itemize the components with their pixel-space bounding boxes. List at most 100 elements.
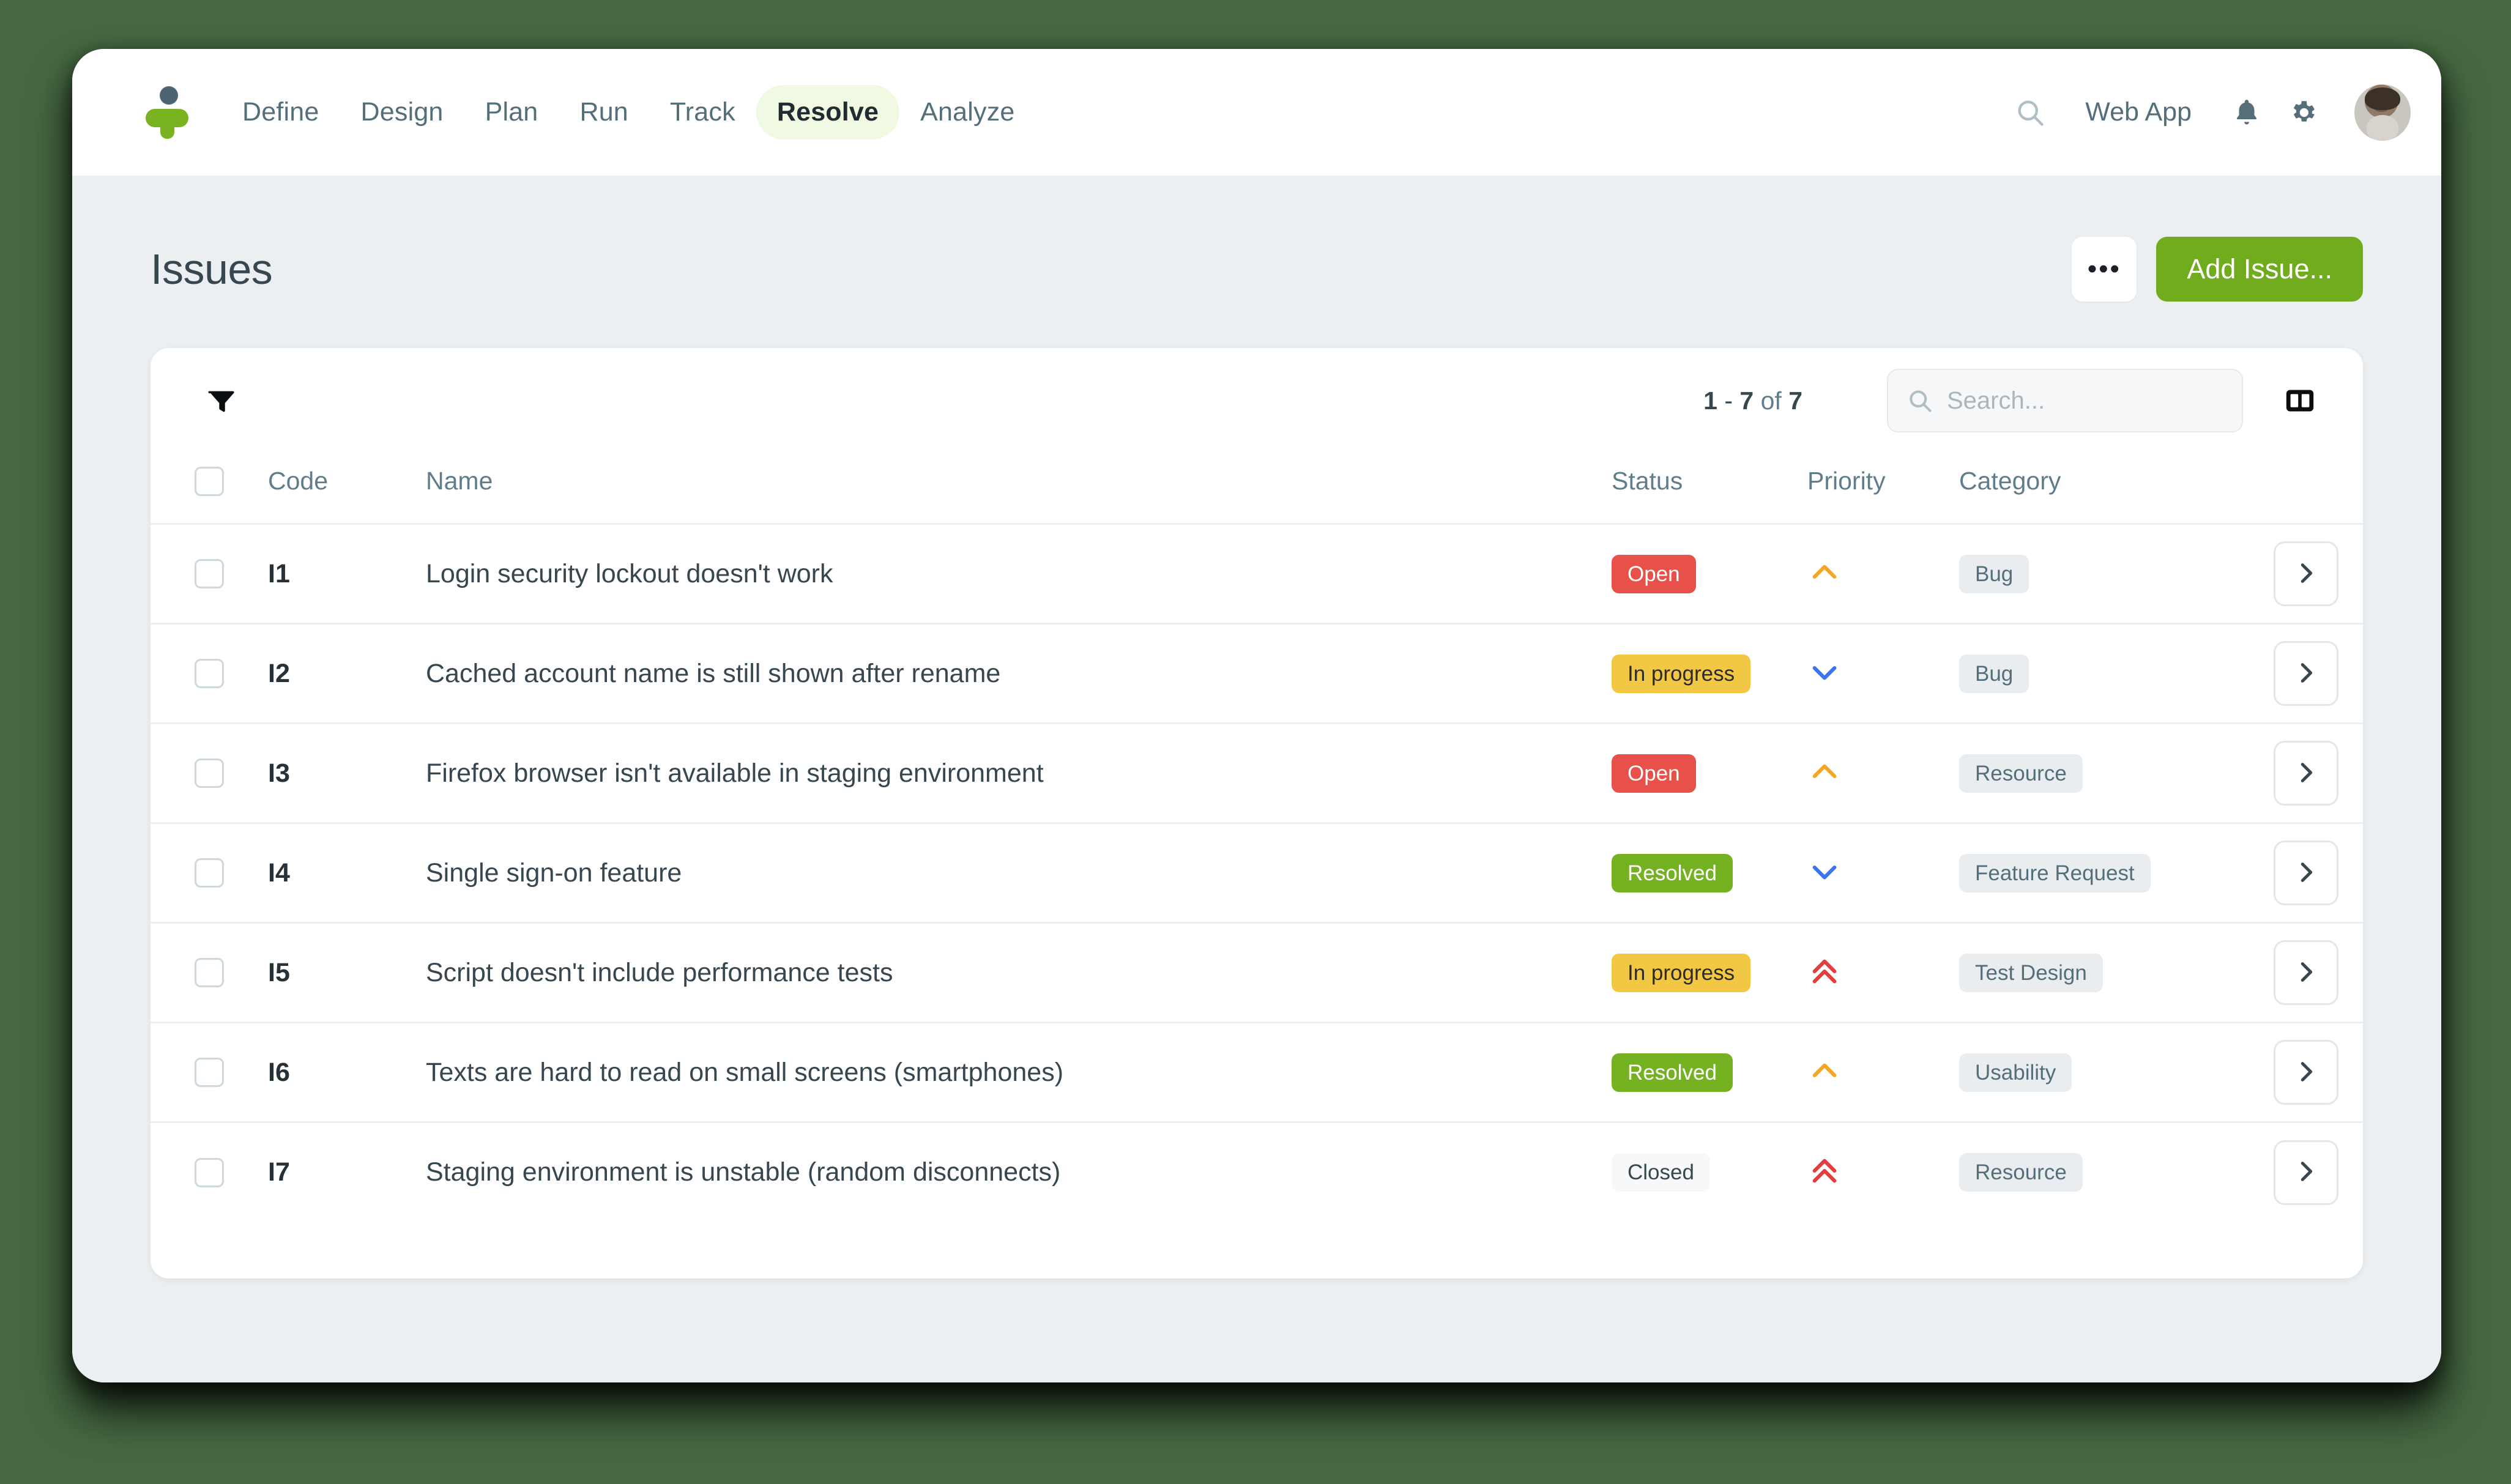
row-category-cell: Resource [1959,1122,2204,1222]
search-icon [1906,387,1933,414]
table-row[interactable]: I6 Texts are hard to read on small screen… [151,1022,2363,1124]
open-issue-button[interactable] [2274,1040,2338,1105]
row-name: Login security lockout doesn't work [426,558,833,588]
double-chevron-up-icon [1807,1154,1842,1188]
issues-table: Code Name Status Priority Category I1 Log… [151,453,2363,1222]
column-header-status[interactable]: Status [1612,453,1807,525]
chevron-up-icon [1807,755,1842,789]
column-header-name[interactable]: Name [426,453,1612,525]
category-tag: Resource [1959,1153,2083,1192]
search-input[interactable] [1947,387,2223,415]
row-category-cell: Bug [1959,524,2204,625]
pagination-range-end: 7 [1739,386,1754,415]
gear-icon[interactable] [2275,84,2331,141]
add-issue-button[interactable]: Add Issue... [2156,237,2363,302]
open-issue-button[interactable] [2274,1140,2338,1205]
row-priority-cell [1807,723,1959,825]
nav-item-run[interactable]: Run [559,85,649,139]
row-category-cell: Feature Request [1959,823,2204,924]
row-code: I6 [268,1057,290,1087]
category-tag: Test Design [1959,953,2103,992]
nav-item-plan[interactable]: Plan [464,85,559,139]
select-all-checkbox[interactable] [195,467,224,497]
table-header: Code Name Status Priority Category [151,453,2363,525]
row-select-cell [151,1122,268,1222]
row-status-cell: Open [1612,524,1807,625]
ellipsis-icon: ••• [2087,254,2121,284]
open-issue-button[interactable] [2274,741,2338,806]
column-header-code[interactable]: Code [268,453,426,525]
pagination-total: 7 [1788,386,1802,415]
row-checkbox[interactable] [195,1157,224,1187]
search-icon[interactable] [2002,84,2058,141]
row-name-cell: Script doesn't include performance tests [426,922,1612,1024]
open-issue-button[interactable] [2274,940,2338,1006]
chevron-right-icon [2292,858,2320,888]
bell-icon[interactable] [2219,84,2275,141]
row-checkbox[interactable] [195,858,224,888]
row-checkbox[interactable] [195,958,224,988]
open-issue-button[interactable] [2274,840,2338,906]
row-code-cell: I2 [268,623,426,725]
open-issue-button[interactable] [2274,641,2338,707]
project-label[interactable]: Web App [2058,97,2219,127]
toolbar-right-group: 1 - 7 of 7 [1703,369,2323,432]
table-row[interactable]: I4 Single sign-on feature Resolved Feature … [151,823,2363,924]
row-priority-cell [1807,1122,1959,1222]
filter-icon[interactable] [195,374,247,427]
row-status-cell: Closed [1612,1122,1807,1222]
page-actions: ••• Add Issue... [2072,237,2363,302]
nav-item-resolve[interactable]: Resolve [756,85,900,139]
row-priority-cell [1807,623,1959,725]
status-badge: In progress [1612,953,1751,992]
row-select-cell [151,823,268,924]
more-options-button[interactable]: ••• [2072,237,2137,302]
columns-icon[interactable] [2277,378,2323,423]
category-tag: Feature Request [1959,853,2151,892]
nav-item-design[interactable]: Design [340,85,464,139]
pagination-range-start: 1 [1703,386,1717,415]
row-action-cell [2204,1022,2363,1124]
nav-item-track[interactable]: Track [649,85,756,139]
app-logo-icon[interactable] [144,86,190,139]
row-category-cell: Bug [1959,623,2204,725]
row-checkbox[interactable] [195,1058,224,1088]
open-issue-button[interactable] [2274,541,2338,607]
table-row[interactable]: I1 Login security lockout doesn't work Ope… [151,524,2363,625]
category-tag: Usability [1959,1053,2072,1092]
row-status-cell: Resolved [1612,823,1807,924]
user-avatar[interactable] [2354,84,2411,141]
row-checkbox[interactable] [195,559,224,589]
row-action-cell [2204,524,2363,625]
table-row[interactable]: I5 Script doesn't include performance tes… [151,922,2363,1024]
row-priority-cell [1807,1022,1959,1124]
column-header-priority[interactable]: Priority [1807,453,1959,525]
row-status-cell: Open [1612,723,1807,825]
row-checkbox[interactable] [195,759,224,788]
chevron-up-icon [1807,555,1842,590]
row-category-cell: Test Design [1959,922,2204,1024]
row-category-cell: Usability [1959,1022,2204,1124]
top-bar-actions: Web App [2002,84,2411,141]
category-tag: Resource [1959,754,2083,793]
table-row[interactable]: I7 Staging environment is unstable (rando… [151,1122,2363,1222]
page-title: Issues [151,245,273,293]
row-priority-cell [1807,524,1959,625]
row-select-cell [151,1022,268,1124]
search-box[interactable] [1887,369,2243,432]
nav-item-define[interactable]: Define [221,85,340,139]
table-row[interactable]: I3 Firefox browser isn't available in sta… [151,723,2363,825]
row-code: I7 [268,1157,290,1187]
row-category-cell: Resource [1959,723,2204,825]
row-action-cell [2204,823,2363,924]
chevron-down-icon [1807,655,1842,689]
nav-item-analyze[interactable]: Analyze [899,85,1035,139]
table-body: I1 Login security lockout doesn't work Ope… [151,524,2363,1222]
app-window: Define Design Plan Run Track Resolve Ana… [72,49,2441,1382]
chevron-right-icon [2292,1058,2320,1088]
column-header-category[interactable]: Category [1959,453,2204,525]
row-checkbox[interactable] [195,659,224,689]
row-name: Staging environment is unstable (random … [426,1157,1061,1187]
table-row[interactable]: I2 Cached account name is still shown aft… [151,623,2363,725]
row-priority-cell [1807,922,1959,1024]
